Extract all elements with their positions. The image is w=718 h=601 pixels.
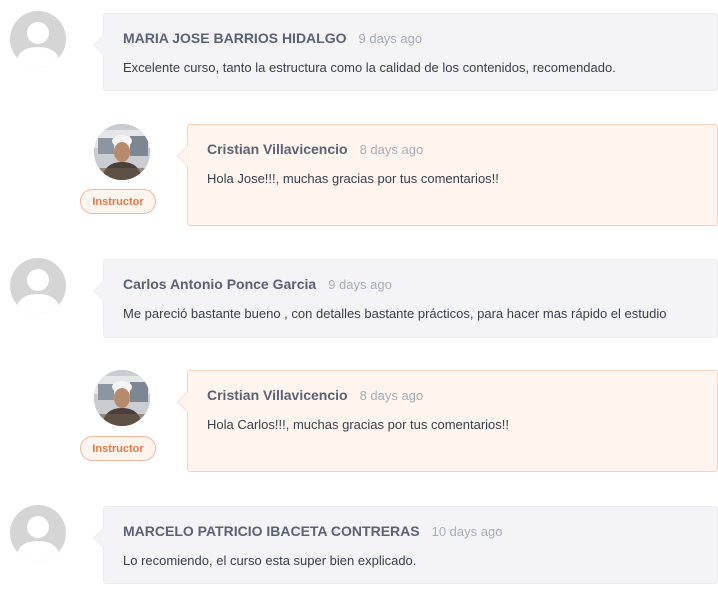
comment-bubble: Carlos Antonio Ponce Garcia 9 days ago Me… — [93, 259, 718, 338]
comment-text: Excelente curso, tanto la estructura com… — [123, 60, 616, 75]
instructor-badge: Instructor — [80, 436, 156, 461]
comment-time: 9 days ago — [358, 31, 423, 46]
comment-author[interactable]: MARIA JOSE BARRIOS HIDALGO 9 days ago — [123, 30, 422, 46]
instructor-badge: Instructor — [80, 189, 156, 214]
user-avatar-icon — [10, 11, 66, 67]
comment-text: Lo recomiendo, el curso esta super bien … — [123, 553, 417, 568]
user-avatar-icon — [10, 258, 66, 314]
comment-author[interactable]: MARCELO PATRICIO IBACETA CONTRERAS 10 day… — [123, 523, 502, 539]
reply-author[interactable]: Cristian Villavicencio 8 days ago — [207, 387, 423, 403]
reply-text: Hola Jose!!!, muchas gracias por tus com… — [207, 171, 499, 186]
reply-time: 8 days ago — [359, 388, 424, 403]
reply-time: 8 days ago — [359, 142, 424, 157]
user-avatar-icon — [10, 505, 66, 561]
comment-bubble: MARCELO PATRICIO IBACETA CONTRERAS 10 day… — [93, 506, 718, 584]
reply-text: Hola Carlos!!!, muchas gracias por tus c… — [207, 417, 510, 432]
comment-time: 10 days ago — [431, 524, 503, 539]
comment-text: Me pareció bastante bueno , con detalles… — [123, 306, 667, 321]
reply-bubble: Cristian Villavicencio 8 days ago Hola Ca… — [177, 370, 718, 472]
instructor-avatar — [94, 370, 150, 426]
reply-author[interactable]: Cristian Villavicencio 8 days ago — [207, 141, 423, 157]
instructor-avatar — [94, 124, 150, 180]
reply-bubble: Cristian Villavicencio 8 days ago Hola Jo… — [177, 124, 718, 226]
comment-author[interactable]: Carlos Antonio Ponce Garcia 9 days ago — [123, 276, 392, 292]
comment-bubble: MARIA JOSE BARRIOS HIDALGO 9 days ago Exc… — [93, 13, 718, 91]
comment-time: 9 days ago — [328, 277, 392, 292]
